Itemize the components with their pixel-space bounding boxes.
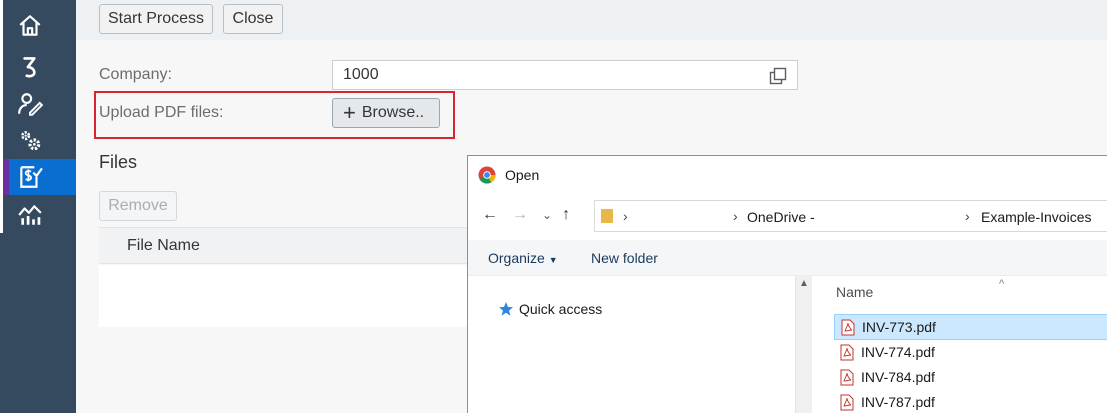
- pdf-file-icon: [840, 369, 854, 385]
- chevron-right-icon[interactable]: ›: [733, 208, 738, 224]
- file-name: INV-774.pdf: [861, 344, 935, 360]
- chevron-right-icon[interactable]: ›: [965, 208, 970, 224]
- company-input[interactable]: 1000: [332, 60, 798, 90]
- dialog-nav-arrows: ← → ⌄ ↑: [482, 206, 584, 224]
- files-section-title: Files: [99, 152, 138, 172]
- navigation-pane: Quick access: [468, 276, 795, 413]
- back-arrow-icon[interactable]: ←: [482, 206, 498, 224]
- organize-label: Organize: [488, 250, 545, 266]
- chevron-right-icon[interactable]: ›: [623, 208, 628, 224]
- file-list-pane: Name ^ INV-773.pdf INV-774.pdf INV-784.p…: [812, 276, 1107, 413]
- nav-pane-scrollbar[interactable]: ▲: [795, 276, 812, 413]
- upload-label: Upload PDF files:: [99, 104, 224, 121]
- organize-menu[interactable]: Organize ▼: [488, 250, 558, 266]
- browse-button[interactable]: + Browse..: [332, 98, 440, 128]
- file-name: INV-784.pdf: [861, 369, 935, 385]
- chevron-down-icon[interactable]: ⌄: [542, 208, 552, 222]
- file-row[interactable]: INV-773.pdf: [834, 314, 1107, 340]
- plus-icon: +: [343, 100, 356, 125]
- refresh-icon: [23, 57, 36, 78]
- address-bar[interactable]: › › OneDrive - › Example-Invoices: [594, 200, 1107, 232]
- quick-access-label: Quick access: [519, 301, 603, 317]
- scroll-up-icon[interactable]: ▲: [799, 278, 809, 289]
- forward-arrow-icon[interactable]: →: [512, 206, 528, 224]
- analytics-icon: [18, 205, 42, 225]
- company-label: Company:: [99, 66, 172, 83]
- up-arrow-icon[interactable]: ↑: [562, 206, 570, 224]
- dialog-title-bar: Open: [478, 166, 539, 184]
- gears-icon: [21, 131, 41, 151]
- rail-item-home[interactable]: [3, 8, 76, 44]
- name-column-label: Name: [836, 284, 874, 300]
- files-table-header: File Name: [99, 227, 499, 264]
- company-value: 1000: [343, 66, 379, 83]
- star-icon: [499, 302, 513, 316]
- rail-item-analytics[interactable]: [3, 197, 76, 233]
- rail-item-finance[interactable]: [3, 159, 76, 195]
- sort-caret-icon: ^: [999, 278, 1005, 290]
- open-file-dialog: Open ← → ⌄ ↑ › › OneDrive - › Example-In…: [467, 155, 1107, 413]
- rail-item-refresh[interactable]: [3, 48, 76, 84]
- user-edit-icon: [18, 93, 43, 116]
- rail-item-edit[interactable]: [3, 86, 76, 122]
- address-segment-onedrive[interactable]: OneDrive -: [747, 209, 815, 225]
- file-row[interactable]: INV-787.pdf: [834, 389, 1107, 413]
- files-table-body: [99, 265, 499, 327]
- dialog-title: Open: [505, 167, 540, 183]
- invoice-check-icon: [20, 166, 43, 188]
- file-name-column-header[interactable]: File Name: [127, 237, 200, 255]
- value-help-icon[interactable]: [769, 67, 787, 85]
- file-name: INV-773.pdf: [862, 319, 936, 335]
- file-row[interactable]: INV-774.pdf: [834, 339, 1107, 365]
- quick-access-item[interactable]: Quick access: [498, 301, 602, 317]
- close-button[interactable]: Close: [223, 4, 283, 34]
- rail-item-settings[interactable]: [3, 122, 76, 158]
- folder-icon: [601, 209, 613, 223]
- chrome-icon: [478, 166, 496, 184]
- caret-down-icon: ▼: [548, 255, 558, 265]
- pdf-file-icon: [840, 394, 854, 410]
- dialog-command-bar: Organize ▼ New folder: [468, 240, 1107, 276]
- remove-button[interactable]: Remove: [99, 191, 177, 221]
- start-process-button[interactable]: Start Process: [99, 4, 213, 34]
- file-name: INV-787.pdf: [861, 394, 935, 410]
- name-column-header[interactable]: Name ^: [836, 278, 1004, 300]
- nav-rail: [0, 0, 76, 413]
- pdf-file-icon: [840, 344, 854, 360]
- address-segment-folder[interactable]: Example-Invoices: [981, 209, 1092, 225]
- home-icon: [19, 15, 41, 36]
- file-row[interactable]: INV-784.pdf: [834, 364, 1107, 390]
- toolbar: Start Process Close: [76, 0, 1107, 40]
- new-folder-button[interactable]: New folder: [591, 250, 658, 266]
- browse-label: Browse..: [361, 104, 425, 121]
- pdf-file-icon: [841, 319, 855, 335]
